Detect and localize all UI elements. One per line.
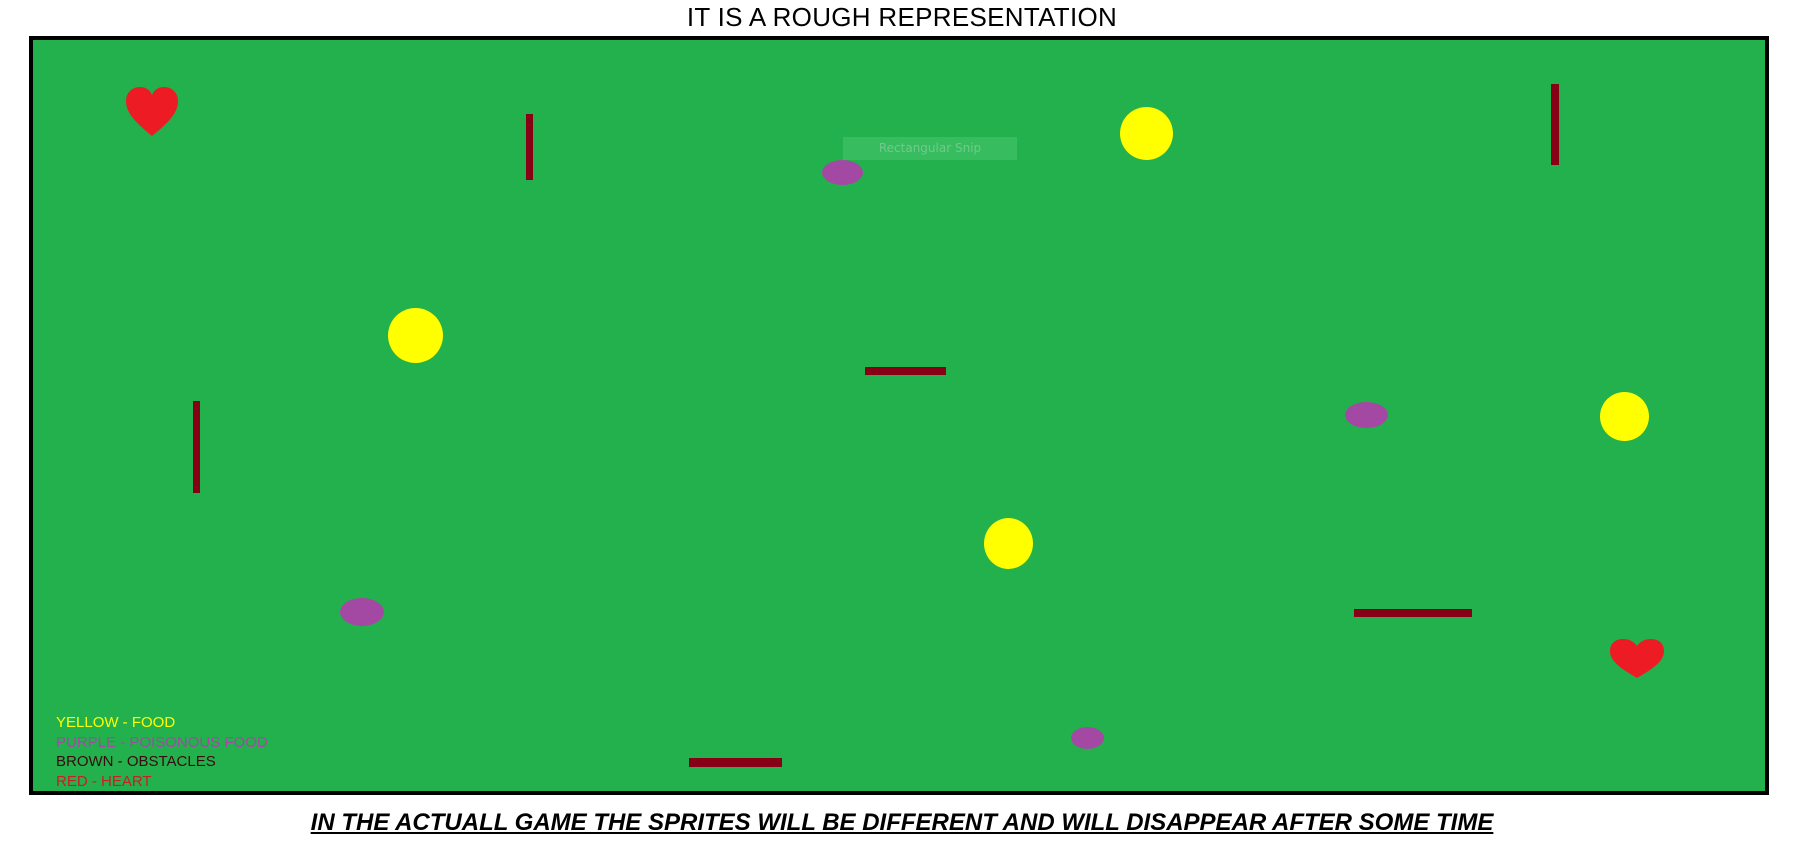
obstacle-bar: [689, 758, 782, 767]
obstacle-bar: [526, 114, 533, 180]
food-sprite: [1600, 392, 1649, 441]
snip-tooltip: Rectangular Snip: [843, 137, 1017, 160]
poison-sprite: [340, 598, 384, 626]
heart-icon: [125, 86, 179, 138]
footer-note: IN THE ACTUALL GAME THE SPRITES WILL BE …: [310, 809, 1494, 836]
obstacle-bar: [193, 401, 200, 493]
obstacle-bar: [1551, 84, 1559, 165]
heart-icon: [1609, 638, 1665, 680]
page-title: IT IS A ROUGH REPRESENTATION: [686, 2, 1118, 32]
food-sprite: [984, 518, 1033, 569]
legend-item-poison: PURPLE - POISONOUS FOOD: [56, 733, 268, 751]
food-sprite: [1120, 107, 1173, 160]
poison-sprite: [822, 160, 863, 185]
obstacle-bar: [1354, 609, 1472, 617]
poison-sprite: [1071, 727, 1104, 749]
game-field: Rectangular Snip YELLOW - FOOD PURPLE - …: [29, 36, 1769, 795]
food-sprite: [388, 308, 443, 363]
poison-sprite: [1345, 402, 1388, 428]
legend-item-food: YELLOW - FOOD: [56, 714, 176, 731]
legend-item-obstacles: BROWN - OBSTACLES: [56, 753, 216, 770]
legend: YELLOW - FOOD PURPLE - POISONOUS FOOD BR…: [56, 713, 268, 791]
legend-item-heart: RED - HEART: [56, 772, 152, 790]
obstacle-bar: [865, 367, 946, 375]
